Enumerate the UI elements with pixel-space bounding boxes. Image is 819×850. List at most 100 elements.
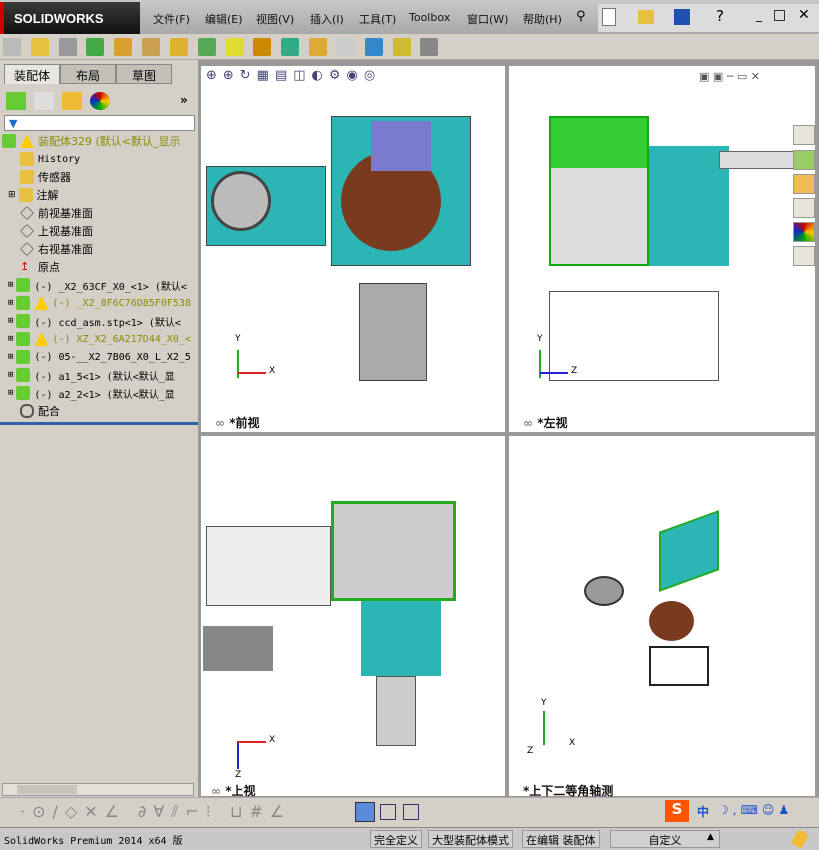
- status-large-assembly-mode[interactable]: 大型装配体模式: [428, 830, 513, 848]
- show-hidden-icon[interactable]: [169, 38, 188, 56]
- tree-item-component[interactable]: ⊞ (-) ccd_asm.stp<1> (默认<: [8, 312, 181, 330]
- tree-item-annotations[interactable]: ⊞ 注解: [8, 186, 59, 204]
- restore-button[interactable]: [774, 10, 785, 21]
- tree-item-component[interactable]: ⊞ (-) 05-__X2_7B06_X0_L_X2_5: [8, 348, 191, 366]
- tree-item-top-plane[interactable]: 上视基准面: [20, 222, 93, 240]
- status-defined: 完全定义: [370, 830, 422, 848]
- tree-root[interactable]: 装配体329 (默认<默认_显示: [2, 132, 181, 150]
- performance-icon[interactable]: [420, 38, 439, 56]
- scrollbar-thumb[interactable]: [17, 785, 77, 794]
- taskpane-palette-icon[interactable]: [793, 198, 815, 218]
- expand-plus-icon[interactable]: ⊞: [8, 334, 13, 344]
- menu-file[interactable]: 文件(F): [153, 11, 190, 27]
- taskpane-library-icon[interactable]: [793, 150, 815, 170]
- interference-icon[interactable]: [364, 38, 383, 56]
- taskpane-explorer-icon[interactable]: [793, 174, 815, 194]
- tree-item-right-plane[interactable]: 右视基准面: [20, 240, 93, 258]
- move-component-icon[interactable]: [142, 38, 161, 56]
- horizontal-scrollbar[interactable]: [2, 783, 194, 796]
- menu-window[interactable]: 窗口(W): [467, 11, 508, 27]
- clearance-icon[interactable]: [392, 38, 411, 56]
- sketch-tools-icons[interactable]: ·⊙/◇✕∠ ∂∀⫽⌐⁝ ⊔#∠: [20, 802, 291, 822]
- tree-item-history[interactable]: History: [20, 150, 80, 168]
- view-cube-icon[interactable]: [355, 802, 375, 822]
- menu-edit[interactable]: 编辑(E): [205, 11, 243, 27]
- tab-layout[interactable]: 布局: [60, 64, 116, 84]
- menu-toolbox[interactable]: Toolbox: [409, 11, 450, 24]
- axis-label-x: X: [269, 735, 276, 745]
- tree-item-origin[interactable]: ↥ 原点: [20, 258, 60, 276]
- tab-assembly[interactable]: 装配体: [4, 64, 60, 84]
- tree-item-sensors[interactable]: 传感器: [20, 168, 71, 186]
- expand-plus-icon[interactable]: ⊞: [8, 352, 13, 362]
- menu-help[interactable]: 帮助(H): [523, 11, 562, 27]
- assembly-features-icon[interactable]: [197, 38, 216, 56]
- help-icon[interactable]: ?: [716, 7, 724, 25]
- units-arrow-icon[interactable]: ▲: [707, 832, 714, 842]
- axis-label-y: Y: [235, 334, 241, 344]
- tree-item-component[interactable]: ⊞ (-) _X2_8F6C76D85F0F538: [8, 294, 191, 312]
- pattern-icon[interactable]: [86, 38, 105, 56]
- expand-plus-icon[interactable]: ⊞: [8, 298, 13, 308]
- tree-item-component[interactable]: ⊞ (-) XZ_X2_6A217D44_X0_<: [8, 330, 191, 348]
- reference-geometry-icon[interactable]: [225, 38, 244, 56]
- expand-plus-icon[interactable]: ⊞: [8, 190, 16, 200]
- viewport-front[interactable]: ∞ *前视 Y X: [200, 65, 506, 433]
- close-button[interactable]: ✕: [798, 7, 810, 23]
- new-icon[interactable]: [602, 8, 616, 26]
- viewport-isometric[interactable]: *上下二等角轴测 Y X Z: [508, 435, 816, 798]
- four-view-icon[interactable]: [403, 804, 419, 820]
- assembly-icon[interactable]: [3, 38, 21, 56]
- single-view-icon[interactable]: [380, 804, 396, 820]
- part-icon: [16, 386, 31, 400]
- bill-of-materials-icon[interactable]: [281, 38, 300, 56]
- expand-icon[interactable]: »: [180, 93, 188, 107]
- mate-icon[interactable]: [58, 38, 77, 56]
- expand-plus-icon[interactable]: ⊞: [8, 316, 13, 326]
- expand-plus-icon[interactable]: ⊞: [8, 388, 13, 398]
- taskpane-properties-icon[interactable]: [793, 246, 815, 266]
- ime-language[interactable]: 中: [697, 803, 709, 820]
- minimize-button[interactable]: _: [756, 8, 762, 22]
- filter-input[interactable]: ▼: [4, 115, 195, 131]
- menu-insert[interactable]: 插入(I): [310, 11, 344, 27]
- save-icon[interactable]: [674, 9, 690, 25]
- displaymanager-icon[interactable]: [90, 92, 110, 110]
- axis-label-x: X: [569, 738, 576, 748]
- insert-component-icon[interactable]: [30, 38, 49, 56]
- axis-label-y: Y: [537, 334, 543, 344]
- tag-icon[interactable]: [790, 829, 810, 849]
- pin-icon[interactable]: ⚲: [576, 9, 586, 24]
- warning-icon: [34, 296, 49, 310]
- viewport-left[interactable]: ∞ *左视 Y Z ▣ ▣ ─ ▭ ✕: [508, 65, 816, 433]
- new-motion-icon[interactable]: [253, 38, 272, 56]
- tree-item-component[interactable]: ⊞ (-) a2_2<1> (默认<默认_显: [8, 384, 175, 402]
- viewport-window-controls[interactable]: ▣ ▣ ─ ▭ ✕: [699, 70, 760, 83]
- tree-item-mates[interactable]: 配合: [20, 402, 60, 420]
- axis-label-y: Y: [541, 698, 547, 708]
- sogou-ime-icon[interactable]: S: [665, 800, 689, 822]
- menu-tools[interactable]: 工具(T): [359, 11, 396, 27]
- status-units[interactable]: 自定义: [610, 830, 720, 848]
- propertymanager-icon[interactable]: [34, 92, 54, 110]
- exploded-view-icon[interactable]: [309, 38, 328, 56]
- expand-plus-icon[interactable]: ⊞: [8, 280, 13, 290]
- tree-item-component[interactable]: ⊞ (-) _X2_63CF_X0_<1> (默认<: [8, 276, 187, 294]
- menu-view[interactable]: 视图(V): [256, 11, 294, 27]
- graphics-area[interactable]: ∞ *前视 Y X ∞ *左视 Y Z ▣ ▣ ─ ▭ ✕ ∞ *上视 X Z …: [198, 60, 819, 798]
- filter-icon: ▼: [9, 117, 18, 130]
- heads-up-view-toolbar[interactable]: ⊕⊕↻▦▤◫◐⚙◉◎: [206, 68, 496, 88]
- explode-line-icon[interactable]: [336, 38, 355, 56]
- viewport-top[interactable]: ∞ *上视 X Z: [200, 435, 506, 798]
- tab-sketch[interactable]: 草图: [116, 64, 172, 84]
- expand-plus-icon[interactable]: ⊞: [8, 370, 13, 380]
- ime-tool-icons[interactable]: ☽,⌨☺♟: [718, 803, 793, 817]
- featuremanager-icon[interactable]: [6, 92, 26, 110]
- configurationmanager-icon[interactable]: [62, 92, 82, 110]
- tree-item-front-plane[interactable]: 前视基准面: [20, 204, 93, 222]
- taskpane-home-icon[interactable]: [793, 125, 815, 145]
- open-icon[interactable]: [638, 10, 654, 24]
- smart-fastener-icon[interactable]: [114, 38, 133, 56]
- taskpane-appearance-icon[interactable]: [793, 222, 815, 242]
- tree-item-component[interactable]: ⊞ (-) a1_5<1> (默认<默认_显: [8, 366, 175, 384]
